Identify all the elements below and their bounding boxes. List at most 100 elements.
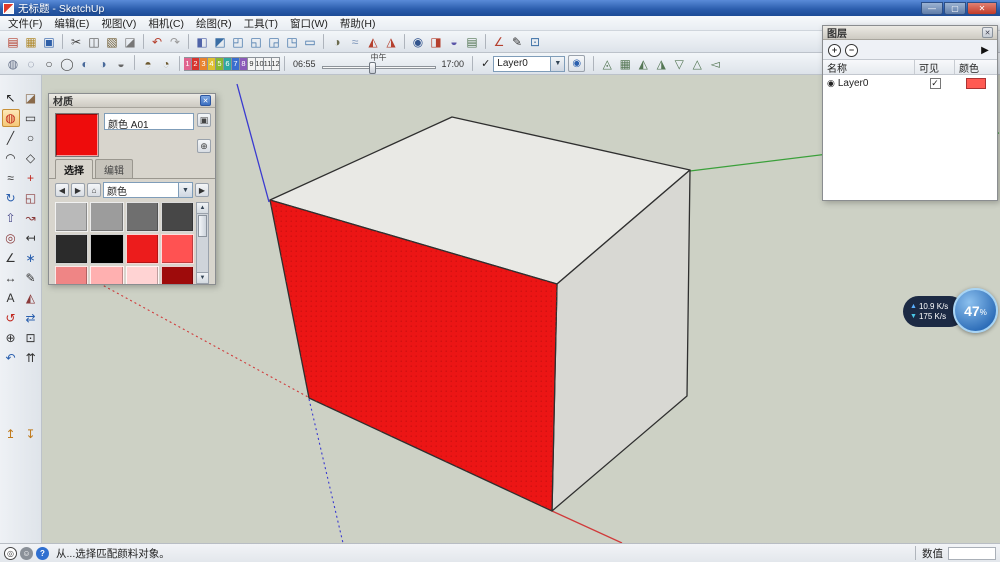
- menu-help[interactable]: 帮助(H): [334, 16, 382, 31]
- menu-edit[interactable]: 编辑(E): [48, 16, 95, 31]
- color-swatch[interactable]: [55, 266, 88, 284]
- shadow-month-cell[interactable]: 5: [216, 57, 224, 71]
- section-tool-icon[interactable]: ◭: [22, 289, 40, 307]
- color-swatch[interactable]: [90, 266, 123, 284]
- details-arrow-icon[interactable]: ▶: [195, 183, 209, 197]
- current-layer-radio-icon[interactable]: ◉: [827, 78, 835, 89]
- stamp-icon[interactable]: ◮: [652, 55, 670, 73]
- axes-tool-icon[interactable]: ∗: [22, 249, 40, 267]
- shadows-icon[interactable]: ◑: [328, 33, 346, 51]
- column-color[interactable]: 颜色: [955, 60, 997, 74]
- shadow-month-cell[interactable]: 8: [240, 57, 248, 71]
- shaded-textures-style-icon[interactable]: ◑: [94, 55, 112, 73]
- material-name-field[interactable]: 颜色 A01: [104, 113, 194, 130]
- styles-icon[interactable]: ◒: [445, 33, 463, 51]
- view-iso-icon[interactable]: ◩: [211, 33, 229, 51]
- new-icon[interactable]: ▤: [4, 33, 22, 51]
- eraser-tool-icon[interactable]: ◪: [22, 89, 40, 107]
- copy-icon[interactable]: ◫: [85, 33, 103, 51]
- arc-tool-icon[interactable]: ◠: [2, 149, 20, 167]
- geolocation-icon[interactable]: ◎: [4, 547, 17, 560]
- create-material-icon[interactable]: ⊕: [197, 139, 211, 153]
- push-pull-tool-icon[interactable]: ⇧: [2, 209, 20, 227]
- xray-style-icon[interactable]: ◍: [4, 55, 22, 73]
- polygon-tool-icon[interactable]: ◇: [22, 149, 40, 167]
- back-edges-style-icon[interactable]: ◌: [22, 55, 40, 73]
- menu-view[interactable]: 视图(V): [95, 16, 142, 31]
- minimize-button[interactable]: —: [921, 2, 943, 15]
- color-swatch[interactable]: [55, 202, 88, 232]
- secondary-pane-icon[interactable]: ▣: [197, 113, 211, 127]
- color-swatch[interactable]: [161, 202, 194, 232]
- profile-style-icon[interactable]: ◔: [157, 55, 175, 73]
- flip-edge-icon[interactable]: ◅: [706, 55, 724, 73]
- view-back-icon[interactable]: ▭: [301, 33, 319, 51]
- measure-icon[interactable]: ∠: [490, 33, 508, 51]
- scale-tool-icon[interactable]: ◱: [22, 189, 40, 207]
- column-visible[interactable]: 可见: [915, 60, 955, 74]
- color-swatch[interactable]: [161, 266, 194, 284]
- Layer0[interactable]: ◉ Layer0 ✓: [823, 75, 997, 92]
- text-tool-icon[interactable]: ✎: [22, 269, 40, 287]
- scroll-thumb[interactable]: [198, 215, 207, 237]
- color-swatch[interactable]: [126, 266, 159, 284]
- chevron-down-icon[interactable]: ▼: [178, 183, 192, 197]
- make-component-icon[interactable]: ◧: [193, 33, 211, 51]
- section-cuts-icon[interactable]: ◮: [382, 33, 400, 51]
- model-info-icon[interactable]: ◉: [409, 33, 427, 51]
- circle-tool-icon[interactable]: ○: [22, 129, 40, 147]
- menu-file[interactable]: 文件(F): [2, 16, 48, 31]
- redo-icon[interactable]: ↷: [166, 33, 184, 51]
- forward-arrow-icon[interactable]: ▶: [71, 183, 85, 197]
- shadow-month-cell[interactable]: 12: [272, 57, 280, 71]
- layers-panel-titlebar[interactable]: 图层 ✕: [823, 26, 997, 40]
- shadow-month-cell[interactable]: 4: [208, 57, 216, 71]
- drape-icon[interactable]: ▽: [670, 55, 688, 73]
- network-overlay[interactable]: ▲10.9 K/s ▼175 K/s 47%: [903, 288, 998, 334]
- menu-camera[interactable]: 相机(C): [142, 16, 190, 31]
- color-swatch[interactable]: [90, 234, 123, 264]
- slider-groove[interactable]: [322, 66, 436, 69]
- offset-tool-icon[interactable]: ◎: [2, 229, 20, 247]
- paste-icon[interactable]: ▧: [103, 33, 121, 51]
- layers-detail-arrow-icon[interactable]: ▶: [978, 43, 992, 57]
- menu-window[interactable]: 窗口(W): [284, 16, 334, 31]
- layer-visible-checkbox[interactable]: ✓: [930, 78, 941, 89]
- add-detail-icon[interactable]: △: [688, 55, 706, 73]
- materials-close-icon[interactable]: ✕: [200, 95, 211, 106]
- fog-icon[interactable]: ≈: [346, 33, 364, 51]
- cut-icon[interactable]: ✂: [67, 33, 85, 51]
- color-swatch[interactable]: [126, 202, 159, 232]
- shadow-month-cell[interactable]: 1: [184, 57, 192, 71]
- back-arrow-icon[interactable]: ◀: [55, 183, 69, 197]
- zoom-extents-icon[interactable]: ⊡: [526, 33, 544, 51]
- shadow-month-cell[interactable]: 7: [232, 57, 240, 71]
- shadow-month-cell[interactable]: 6: [224, 57, 232, 71]
- color-swatch[interactable]: [55, 234, 88, 264]
- maximize-button[interactable]: ▢: [944, 2, 966, 15]
- view-top-icon[interactable]: ◰: [229, 33, 247, 51]
- layers-close-icon[interactable]: ✕: [982, 27, 993, 38]
- color-swatch[interactable]: [161, 234, 194, 264]
- sandbox-from-contours-icon[interactable]: ◬: [598, 55, 616, 73]
- view-front-icon[interactable]: ◱: [247, 33, 265, 51]
- time-slider[interactable]: 中午: [320, 54, 438, 74]
- help-icon[interactable]: ?: [36, 547, 49, 560]
- materials-panel-titlebar[interactable]: 材质 ✕: [49, 94, 215, 108]
- text-annotation-icon[interactable]: ✎: [508, 33, 526, 51]
- wireframe-style-icon[interactable]: ○: [40, 55, 58, 73]
- view-left-icon[interactable]: ◳: [283, 33, 301, 51]
- freehand-tool-icon[interactable]: ≈: [2, 169, 20, 187]
- select-tool-icon[interactable]: ↖: [2, 89, 20, 107]
- layer-dropdown[interactable]: Layer0 ▼: [493, 56, 565, 72]
- smoove-icon[interactable]: ◭: [634, 55, 652, 73]
- rectangle-tool-icon[interactable]: ▭: [22, 109, 40, 127]
- menu-draw[interactable]: 绘图(R): [190, 16, 238, 31]
- edge-style-icon[interactable]: ◓: [139, 55, 157, 73]
- column-name[interactable]: 名称: [823, 60, 915, 74]
- protractor-tool-icon[interactable]: ∠: [2, 249, 20, 267]
- measurement-input[interactable]: [948, 547, 996, 560]
- layer-color-button[interactable]: ◉: [568, 55, 585, 72]
- menu-tools[interactable]: 工具(T): [238, 16, 284, 31]
- chevron-down-icon[interactable]: ▼: [550, 57, 564, 71]
